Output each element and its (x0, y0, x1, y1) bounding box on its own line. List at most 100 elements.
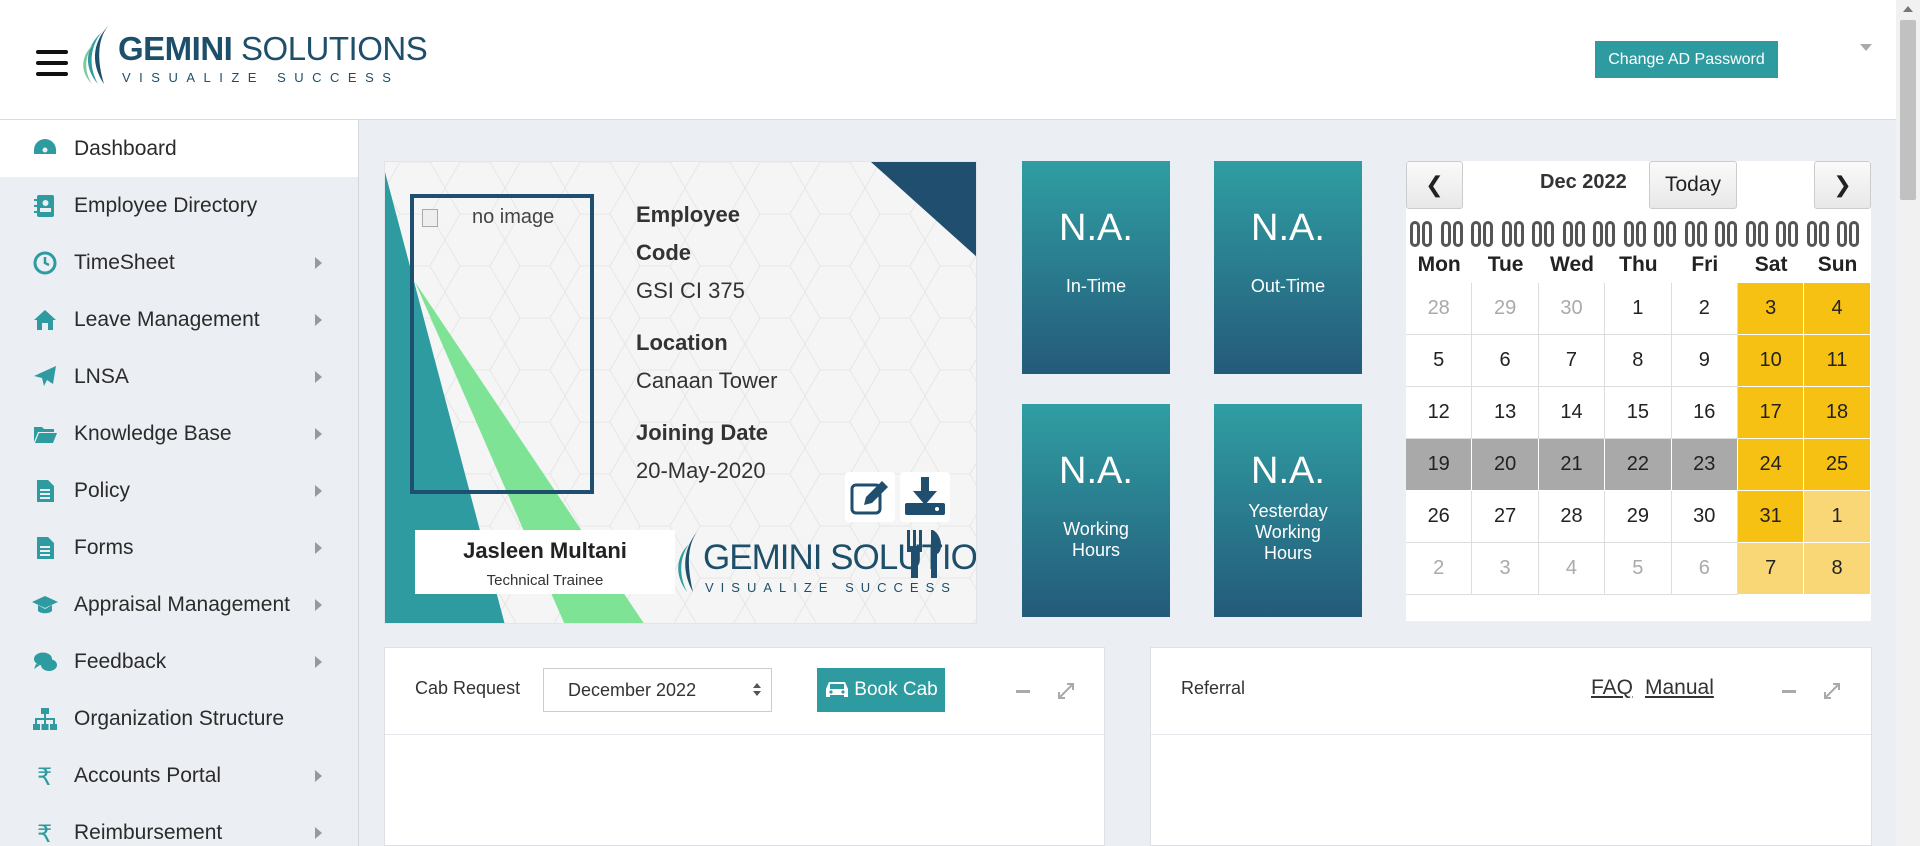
calendar-day-cell[interactable]: 4 (1538, 543, 1606, 595)
sidebar-item-forms[interactable]: Forms (0, 519, 358, 576)
no-image-placeholder: no image (422, 206, 554, 229)
calendar-day-cell[interactable]: 8 (1605, 335, 1672, 387)
location-label: Location (636, 330, 728, 355)
sidebar-item-timesheet[interactable]: TimeSheet (0, 234, 358, 291)
expand-icon[interactable] (1057, 682, 1075, 700)
sidebar-item-label: Leave Management (74, 307, 260, 331)
calendar-grid: Mon Tue Wed Thu Fri Sat Sun 28 29 30 1 2 3 4 5 6 7 8 9 10 11… (1406, 253, 1871, 595)
calendar-day-cell[interactable]: 10 (1737, 335, 1805, 387)
binding-ring (1422, 221, 1432, 247)
calendar-day-cell[interactable]: 4 (1804, 283, 1871, 335)
calendar-day-cell[interactable]: 9 (1671, 335, 1738, 387)
book-cab-button[interactable]: Book Cab (817, 668, 945, 712)
minimize-icon[interactable] (1016, 690, 1030, 693)
calendar-day-cell[interactable]: 24 (1737, 439, 1805, 491)
sidebar-item-accounts-portal[interactable]: ₹ Accounts Portal (0, 747, 358, 804)
page-scrollbar[interactable] (1896, 0, 1920, 846)
calendar-day-cell[interactable]: 5 (1605, 543, 1672, 595)
scroll-thumb[interactable] (1900, 20, 1916, 200)
calendar-day-cell[interactable]: 30 (1538, 283, 1606, 335)
location-value: Canaan Tower (636, 368, 778, 393)
sidebar-item-knowledge-base[interactable]: Knowledge Base (0, 405, 358, 462)
calendar-day-cell[interactable]: 26 (1406, 491, 1473, 543)
binding-ring (1574, 221, 1585, 247)
calendar-prev-button[interactable]: ❮ (1406, 161, 1463, 209)
calendar-day-cell[interactable]: 3 (1737, 283, 1805, 335)
sidebar-item-leave-management[interactable]: Leave Management (0, 291, 358, 348)
sidebar-item-organization-structure[interactable]: Organization Structure (0, 690, 358, 747)
calendar-day-cell[interactable]: 1 (1605, 283, 1672, 335)
binding-ring (1635, 221, 1646, 247)
calendar-day-cell[interactable]: 1 (1804, 491, 1871, 543)
select-arrows-icon (753, 683, 761, 699)
sidebar-item-dashboard[interactable]: Dashboard (0, 120, 358, 177)
change-ad-password-button[interactable]: Change AD Password (1595, 41, 1778, 78)
calendar-day-cell[interactable]: 13 (1472, 387, 1539, 439)
sidebar-item-policy[interactable]: Policy (0, 462, 358, 519)
expand-icon[interactable] (1823, 682, 1841, 700)
in-time-tile: N.A. In-Time (1022, 161, 1170, 374)
user-dropdown-caret-icon[interactable] (1860, 44, 1872, 51)
calendar-day-cell[interactable]: 8 (1804, 543, 1871, 595)
calendar-day-cell[interactable]: 30 (1671, 491, 1738, 543)
hamburger-menu-icon[interactable] (36, 50, 68, 76)
calendar-next-button[interactable]: ❯ (1814, 161, 1871, 209)
sidebar-item-employee-directory[interactable]: Employee Directory (0, 177, 358, 234)
month-select[interactable]: December 2022 (543, 668, 772, 712)
in-time-value: N.A. (1059, 207, 1133, 249)
sidebar-item-appraisal-management[interactable]: Appraisal Management (0, 576, 358, 633)
minimize-icon[interactable] (1782, 690, 1796, 693)
calendar-day-cell[interactable]: 2 (1671, 283, 1738, 335)
calendar-day-cell[interactable]: 28 (1538, 491, 1606, 543)
sidebar-item-label: LNSA (74, 364, 129, 388)
calendar-day-cell[interactable]: 2 (1406, 543, 1473, 595)
binding-ring (1501, 221, 1512, 247)
calendar-day-cell[interactable]: 6 (1671, 543, 1738, 595)
out-time-tile: N.A. Out-Time (1214, 161, 1362, 374)
referral-panel: Referral FAQ Manual (1150, 647, 1872, 846)
in-time-label: In-Time (1065, 276, 1127, 296)
calendar-day-cell[interactable]: 31 (1737, 491, 1805, 543)
sidebar-item-reimbursement[interactable]: ₹ Reimbursement (0, 804, 358, 846)
calendar-day-cell[interactable]: 5 (1406, 335, 1473, 387)
calendar-day-cell[interactable]: 3 (1472, 543, 1539, 595)
logo-name: GEMINI SOLUTIONS (118, 30, 428, 67)
calendar-day-cell[interactable]: 29 (1472, 283, 1539, 335)
calendar-day-cell[interactable]: 22 (1605, 439, 1672, 491)
sidebar-item-feedback[interactable]: Feedback (0, 633, 358, 690)
scroll-up-arrow-icon[interactable] (1903, 6, 1913, 12)
calendar-day-cell[interactable]: 6 (1472, 335, 1539, 387)
binding-ring (1483, 221, 1493, 247)
weekday-header: Mon (1417, 253, 1461, 276)
calendar-day-cell[interactable]: 18 (1804, 387, 1871, 439)
manual-link[interactable]: Manual (1645, 676, 1714, 700)
calendar-day-cell[interactable]: 20 (1472, 439, 1539, 491)
calendar-day-cell[interactable]: 12 (1406, 387, 1473, 439)
calendar-day-cell[interactable]: 21 (1538, 439, 1606, 491)
calendar-day-cell[interactable]: 14 (1538, 387, 1606, 439)
calendar-day-cell[interactable]: 25 (1804, 439, 1871, 491)
calendar-day-cell[interactable]: 29 (1605, 491, 1672, 543)
calendar-day-cell[interactable]: 15 (1605, 387, 1672, 439)
calendar-day-cell[interactable]: 27 (1472, 491, 1539, 543)
calendar-today-button[interactable]: Today (1649, 161, 1737, 209)
download-card-button[interactable] (900, 472, 950, 522)
sidebar-item-lnsa[interactable]: LNSA (0, 348, 358, 405)
binding-ring (1562, 221, 1573, 247)
sidebar-item-label: Forms (74, 535, 134, 559)
edit-card-button[interactable] (845, 472, 895, 522)
calendar-day-cell[interactable]: 17 (1737, 387, 1805, 439)
calendar-day-cell[interactable]: 28 (1406, 283, 1473, 335)
calendar-day-cell[interactable]: 16 (1671, 387, 1738, 439)
yesterday-working-hours-tile: N.A. Yesterday Working Hours (1214, 404, 1362, 617)
calendar-day-cell[interactable]: 19 (1406, 439, 1473, 491)
calendar-day-cell[interactable]: 7 (1538, 335, 1606, 387)
calendar-day-cell[interactable]: 11 (1804, 335, 1871, 387)
calendar-day-cell[interactable]: 23 (1671, 439, 1738, 491)
calendar-day-cell[interactable]: 7 (1737, 543, 1805, 595)
employee-name: Jasleen Multani (463, 538, 627, 563)
company-logo[interactable]: GEMINI SOLUTIONS VISUALIZE SUCCESS (80, 22, 430, 92)
sidebar-item-label: Organization Structure (74, 706, 285, 730)
weekday-header: Sun (1817, 253, 1858, 276)
faq-link[interactable]: FAQ (1591, 676, 1633, 700)
